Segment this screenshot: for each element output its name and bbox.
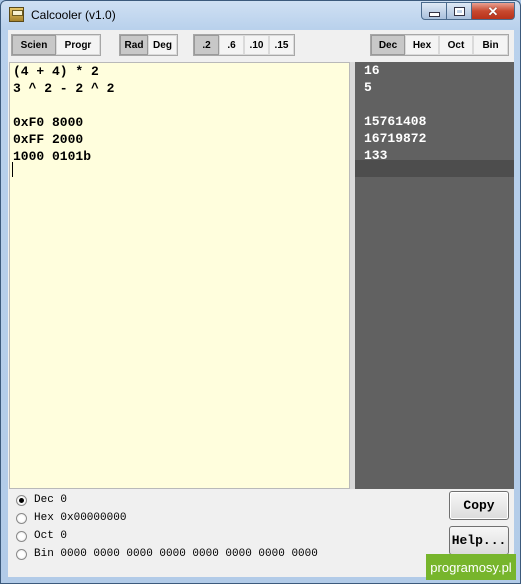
precision-2-button[interactable]: .2 [194, 35, 219, 55]
result-line: 133 [364, 148, 388, 163]
toolbar: Scien Progr Rad Deg .2 .6 .10 .15 Dec He… [8, 30, 514, 60]
mode-programmer-button[interactable]: Progr [56, 35, 100, 55]
watermark: programosy.pl [426, 554, 516, 580]
conversion-oct-label: Oct 0 [34, 530, 68, 542]
base-hex-button[interactable]: Hex [405, 35, 439, 55]
minimize-icon [428, 11, 440, 17]
conversion-dec-option[interactable]: Dec 0 [16, 491, 67, 509]
result-line: 16 [364, 63, 380, 78]
editor-line: 0xFF 2000 [13, 132, 84, 147]
base-bin-button[interactable]: Bin [473, 35, 508, 55]
results-pane: 16 5 15761408 16719872 133 [355, 62, 514, 489]
result-line: 15761408 [364, 114, 427, 129]
result-line: 5 [364, 80, 372, 95]
close-button[interactable]: ✕ [472, 2, 515, 20]
conversion-hex-option[interactable]: Hex 0x00000000 [16, 509, 126, 527]
maximize-button[interactable] [447, 2, 472, 20]
maximize-icon [453, 6, 465, 16]
mode-scientific-button[interactable]: Scien [12, 35, 56, 55]
conversion-hex-label: Hex 0x00000000 [34, 512, 127, 524]
minimize-button[interactable] [421, 2, 447, 20]
radio-hex[interactable] [16, 512, 27, 524]
editor-line: (4 + 4) * 2 [13, 64, 99, 79]
title-bar[interactable]: Calcooler (v1.0) ✕ [1, 1, 520, 29]
client-area: Scien Progr Rad Deg .2 .6 .10 .15 Dec He… [8, 30, 514, 577]
window-controls: ✕ [421, 2, 515, 20]
app-window: Calcooler (v1.0) ✕ Scien Progr Rad Deg .… [0, 0, 521, 584]
conversion-bin-option[interactable]: Bin 0000 0000 0000 0000 0000 0000 0000 0… [16, 545, 318, 563]
conversion-oct-option[interactable]: Oct 0 [16, 527, 67, 545]
precision-6-button[interactable]: .6 [219, 35, 244, 55]
text-caret [12, 162, 13, 177]
radio-bin[interactable] [16, 548, 27, 560]
editor-line: 0xF0 8000 [13, 115, 84, 130]
angle-rad-button[interactable]: Rad [120, 35, 148, 55]
conversion-bin-label: Bin 0000 0000 0000 0000 0000 0000 0000 0… [34, 548, 318, 560]
expression-editor[interactable]: (4 + 4) * 2 3 ^ 2 - 2 ^ 2 0xF0 8000 0xFF… [9, 62, 350, 489]
editor-line: 1000 0101b [13, 149, 92, 164]
precision-10-button[interactable]: .10 [244, 35, 269, 55]
radio-dec[interactable] [16, 494, 27, 506]
help-button[interactable]: Help... [449, 526, 509, 555]
base-oct-button[interactable]: Oct [439, 35, 473, 55]
precision-15-button[interactable]: .15 [269, 35, 294, 55]
angle-deg-button[interactable]: Deg [148, 35, 177, 55]
copy-button[interactable]: Copy [449, 491, 509, 520]
conversion-dec-label: Dec 0 [34, 494, 68, 506]
mode-group: Scien Progr [11, 34, 101, 56]
radio-oct[interactable] [16, 530, 27, 542]
precision-group: .2 .6 .10 .15 [193, 34, 295, 56]
editor-line: 3 ^ 2 - 2 ^ 2 [13, 81, 115, 96]
window-title: Calcooler (v1.0) [31, 8, 116, 22]
result-line: 16719872 [364, 131, 427, 146]
close-icon: ✕ [487, 3, 499, 19]
calculator-icon [9, 7, 24, 22]
angle-group: Rad Deg [119, 34, 178, 56]
base-group: Dec Hex Oct Bin [370, 34, 509, 56]
base-dec-button[interactable]: Dec [371, 35, 405, 55]
